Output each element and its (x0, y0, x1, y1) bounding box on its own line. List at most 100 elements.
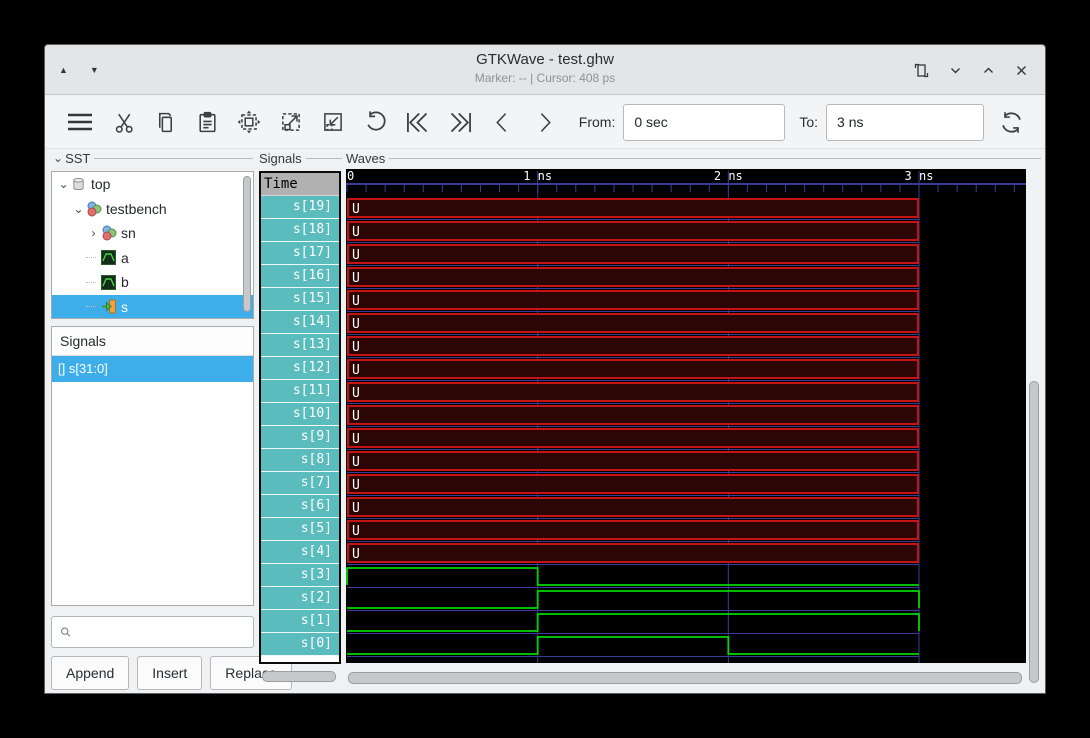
signal-name-row[interactable]: s[4] (261, 541, 339, 564)
reload-icon[interactable] (998, 108, 1025, 136)
signal-name-row[interactable]: s[10] (261, 403, 339, 426)
paste-icon[interactable] (195, 108, 220, 136)
signal-name-row[interactable]: s[1] (261, 610, 339, 633)
waves-canvas[interactable]: 01 ns 2 ns 3 ns U U U U U U U U U U U U U U U U (346, 169, 1026, 663)
append-button[interactable]: Append (51, 656, 130, 690)
step-right-icon[interactable] (531, 108, 556, 136)
svg-text:U: U (352, 386, 360, 401)
svg-text:U: U (352, 294, 360, 309)
signal-names-column: Time s[19] s[18] s[17] s[16] s[15] s[14] s[13]… (259, 171, 341, 664)
waves-hscrollbar[interactable] (346, 671, 1026, 685)
from-label: From: (578, 114, 616, 130)
signal-name-row[interactable]: s[9] (261, 426, 339, 449)
signal-name-row[interactable]: s[16] (261, 265, 339, 288)
signal-name-row[interactable]: s[12] (261, 357, 339, 380)
svg-text:U: U (352, 524, 360, 539)
svg-text:2 ns: 2 ns (714, 169, 743, 183)
to-input[interactable] (826, 103, 985, 141)
tree-item-label: a (121, 249, 129, 266)
skip-to-start-icon[interactable] (404, 108, 431, 136)
tree-item-b[interactable]: b (52, 270, 253, 295)
minimize-icon[interactable] (948, 63, 963, 78)
svg-text:U: U (352, 547, 360, 562)
marker-cursor-status: Marker: -- | Cursor: 408 ps (474, 71, 616, 85)
from-input[interactable] (623, 103, 786, 141)
insert-button[interactable]: Insert (137, 656, 203, 690)
time-header[interactable]: Time (261, 173, 339, 196)
cut-icon[interactable] (112, 108, 137, 136)
svg-text:U: U (352, 455, 360, 470)
cylinder-icon (71, 176, 88, 192)
toolbar: From: To: (45, 96, 1045, 149)
signal-name-row[interactable]: s[15] (261, 288, 339, 311)
sst-frame-label: ⌄ SST (53, 149, 253, 167)
window-title: GTKWave - test.ghw (476, 51, 614, 68)
tree-item-top[interactable]: ⌄ top (52, 172, 253, 197)
svg-text:U: U (352, 432, 360, 447)
wave-icon (101, 250, 118, 266)
sst-expander-icon[interactable]: ⌄ (53, 151, 63, 165)
svg-text:U: U (352, 202, 360, 217)
tree-item-testbench[interactable]: ⌄ testbench (52, 197, 253, 222)
signals-list-item[interactable]: [] s[31:0] (52, 356, 253, 382)
signal-name-row[interactable]: s[2] (261, 587, 339, 610)
sst-tree: ⌄ top ⌄ testbench › sn a b s (51, 171, 254, 319)
signal-name-row[interactable]: s[18] (261, 219, 339, 242)
close-icon[interactable] (1014, 63, 1029, 78)
titlebar: ▲ ▼ GTKWave - test.ghw Marker: -- | Curs… (45, 45, 1045, 95)
tree-item-sn[interactable]: › sn (52, 221, 253, 246)
waves-frame-label: Waves (346, 149, 1041, 167)
tree-item-label: top (91, 176, 111, 193)
names-frame-label: Signals (259, 149, 342, 167)
svg-text:U: U (352, 225, 360, 240)
svg-text:U: U (352, 248, 360, 263)
spheres-icon (86, 201, 103, 217)
restore-icon[interactable] (913, 62, 930, 79)
tree-item-label: s (121, 298, 128, 315)
signal-name-row[interactable]: s[8] (261, 449, 339, 472)
step-left-icon[interactable] (490, 108, 515, 136)
signal-name-row[interactable]: s[3] (261, 564, 339, 587)
tree-item-label: b (121, 274, 129, 291)
svg-text:0: 0 (347, 169, 354, 183)
svg-text:U: U (352, 501, 360, 516)
signal-search (51, 616, 254, 648)
names-hscrollbar[interactable] (259, 671, 341, 683)
signal-name-row[interactable]: s[14] (261, 311, 339, 334)
search-icon (61, 627, 71, 637)
signal-name-row[interactable]: s[17] (261, 242, 339, 265)
signal-name-row[interactable]: s[5] (261, 518, 339, 541)
signals-list-header[interactable]: Signals (52, 327, 253, 356)
svg-text:U: U (352, 363, 360, 378)
svg-text:U: U (352, 409, 360, 424)
undo-icon[interactable] (362, 108, 388, 136)
search-input[interactable] (77, 617, 253, 647)
copy-icon[interactable] (153, 108, 178, 136)
skip-to-end-icon[interactable] (447, 108, 474, 136)
tree-item-label: testbench (106, 200, 167, 217)
signal-name-row[interactable]: s[7] (261, 472, 339, 495)
to-label: To: (799, 114, 819, 130)
zoom-out-icon[interactable] (320, 108, 346, 136)
signal-name-row[interactable]: s[11] (261, 380, 339, 403)
waves-vscrollbar[interactable] (1028, 169, 1040, 689)
spheres-icon (101, 225, 118, 241)
sst-tree-scrollbar[interactable] (243, 176, 251, 314)
menu-icon[interactable] (65, 108, 96, 136)
svg-text:1 ns: 1 ns (523, 169, 552, 183)
signal-name-row[interactable]: s[0] (261, 633, 339, 656)
svg-text:U: U (352, 317, 360, 332)
maximize-icon[interactable] (981, 63, 996, 78)
door-icon (101, 299, 118, 314)
zoom-in-icon[interactable] (278, 108, 304, 136)
svg-text:U: U (352, 478, 360, 493)
signal-name-row[interactable]: s[19] (261, 196, 339, 219)
zoom-fit-icon[interactable] (236, 108, 262, 136)
signal-name-row[interactable]: s[13] (261, 334, 339, 357)
tree-item-a[interactable]: a (52, 246, 253, 271)
tree-item-s[interactable]: s (52, 294, 253, 318)
signal-name-row[interactable]: s[6] (261, 495, 339, 518)
svg-text:3 ns: 3 ns (905, 169, 934, 183)
gtkwave-window: ▲ ▼ GTKWave - test.ghw Marker: -- | Curs… (44, 44, 1046, 694)
wave-icon (101, 274, 118, 290)
